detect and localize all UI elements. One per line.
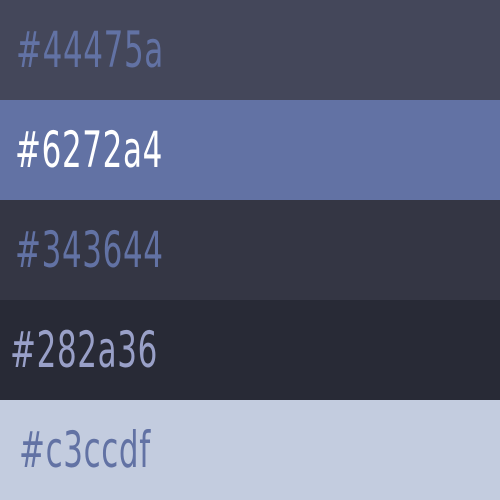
color-swatch: #6272a4 xyxy=(0,100,500,200)
swatch-hex-label: #44475a xyxy=(16,21,164,79)
color-swatch: #c3ccdf xyxy=(0,400,500,500)
swatch-hex-label: #6272a4 xyxy=(15,121,163,179)
swatch-hex-label: #282a36 xyxy=(10,321,158,379)
swatch-hex-label: #343644 xyxy=(15,221,164,279)
swatch-hex-label: #c3ccdf xyxy=(19,421,151,479)
color-swatch: #343644 xyxy=(0,200,500,300)
color-palette: #44475a #6272a4 #343644 #282a36 #c3ccdf xyxy=(0,0,500,500)
color-swatch: #44475a xyxy=(0,0,500,100)
color-swatch: #282a36 xyxy=(0,300,500,400)
